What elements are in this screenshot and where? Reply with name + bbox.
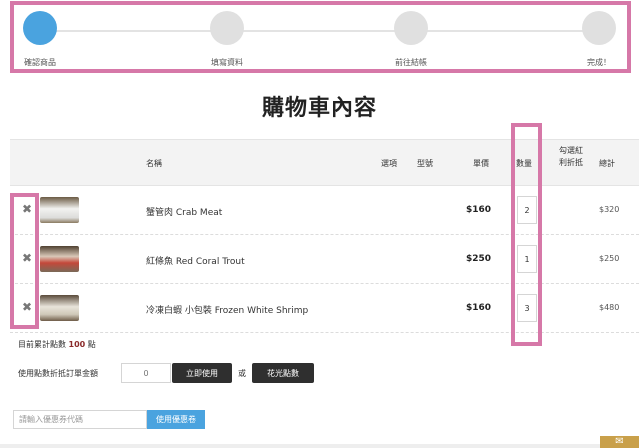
table-row: ✖ 蟹管肉 Crab Meat $160 $320: [10, 186, 639, 235]
points-suffix: 點: [87, 340, 96, 349]
unit-price: $160: [466, 303, 492, 313]
product-thumbnail[interactable]: [40, 295, 79, 321]
or-text: 或: [238, 369, 246, 378]
step-dot: [210, 11, 244, 45]
step-dot: [394, 11, 428, 45]
unit-price: $250: [466, 254, 492, 264]
product-thumbnail[interactable]: [40, 197, 79, 223]
page-title: 購物車內容: [261, 96, 377, 121]
step-label: 確認商品: [24, 58, 56, 67]
cart-header: 名稱 選項 型號 單價 數量 勾選紅利折抵 總計: [10, 139, 639, 186]
product-thumbnail[interactable]: [40, 246, 79, 272]
header-total: 總計: [599, 159, 615, 168]
header-discount: 勾選紅利折抵: [559, 146, 583, 167]
use-points-button[interactable]: 立即使用: [172, 363, 232, 383]
points-value: 100: [68, 340, 86, 349]
step-checkout: 前往結帳: [371, 11, 451, 68]
step-label: 填寫資料: [211, 58, 243, 67]
step-dot: [582, 11, 616, 45]
spend-all-points-button[interactable]: 花光點數: [252, 363, 314, 383]
points-prefix: 目前累計點數: [18, 340, 66, 349]
header-option: 選項: [381, 159, 397, 168]
highlight-quantity-column: [511, 123, 542, 346]
footer-divider: [0, 444, 639, 448]
product-name[interactable]: 蟹管肉 Crab Meat: [146, 205, 222, 218]
unit-price: $160: [466, 205, 492, 215]
step-label: 完成！: [587, 58, 611, 67]
redeem-amount-input[interactable]: [121, 363, 171, 383]
points-summary: 目前累計點數 100 點: [18, 339, 96, 350]
table-row: ✖ 冷凍白蝦 小包裝 Frozen White Shrimp $160 $480: [10, 284, 639, 333]
product-name[interactable]: 紅條魚 Red Coral Trout: [146, 254, 245, 267]
header-model: 型號: [417, 159, 433, 168]
redeem-label: 使用點數折抵訂單金額: [18, 369, 98, 378]
coupon-code-input[interactable]: [13, 410, 147, 429]
apply-coupon-button[interactable]: 使用優惠卷: [147, 410, 205, 429]
header-price: 單價: [473, 159, 489, 168]
row-total: $480: [599, 303, 620, 312]
row-total: $320: [599, 205, 620, 214]
step-dot-active: [23, 11, 57, 45]
step-label: 前往結帳: [395, 58, 427, 67]
checkout-progress: 確認商品 填寫資料 前往結帳 完成！: [10, 1, 631, 73]
step-complete: 完成！: [559, 11, 639, 68]
points-redeem: 使用點數折抵訂單金額 元 立即使用 或 花光點數: [18, 363, 338, 383]
cart-table: 名稱 選項 型號 單價 數量 勾選紅利折抵 總計 ✖ 蟹管肉 Crab Meat…: [10, 139, 639, 333]
product-name[interactable]: 冷凍白蝦 小包裝 Frozen White Shrimp: [146, 303, 308, 316]
mail-icon[interactable]: ✉: [600, 436, 639, 448]
step-fill-info: 填寫資料: [187, 11, 267, 68]
progress-line: [44, 30, 597, 32]
highlight-remove-column: [10, 193, 39, 329]
header-name: 名稱: [146, 159, 162, 168]
step-confirm-items: 確認商品: [0, 11, 80, 68]
table-row: ✖ 紅條魚 Red Coral Trout $250 $250: [10, 235, 639, 284]
row-total: $250: [599, 254, 620, 263]
